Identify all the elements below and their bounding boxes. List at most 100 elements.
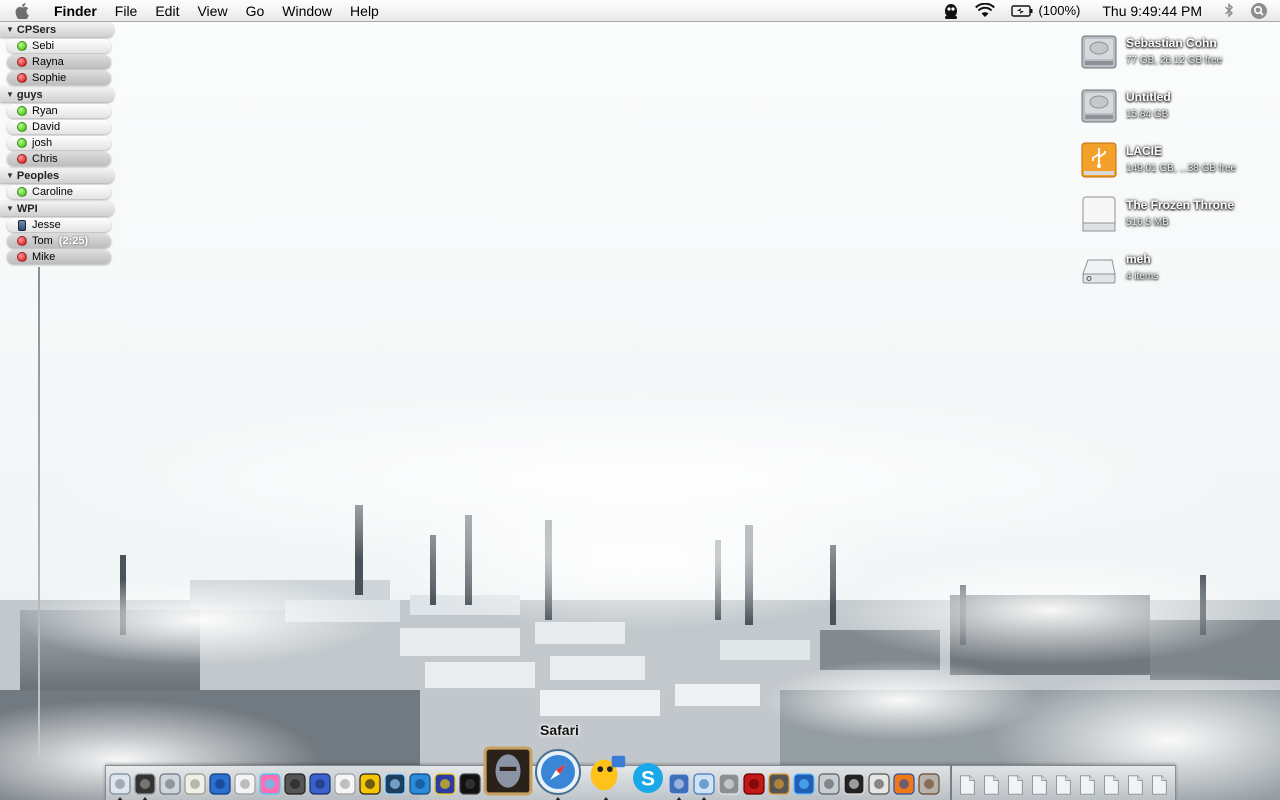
- volume-sebastian-cohn[interactable]: Sebastian Cohn 77 GB, 26.12 GB free: [1080, 32, 1270, 76]
- away-status-icon: [17, 252, 27, 262]
- away-status-icon: [17, 73, 27, 83]
- volume-untitled[interactable]: Untitled 15.84 GB: [1080, 86, 1270, 130]
- server-volume-icon: [1082, 259, 1116, 284]
- document-icon[interactable]: [1148, 774, 1170, 796]
- document-icon[interactable]: [1124, 774, 1146, 796]
- finder-icon[interactable]: [108, 772, 132, 800]
- adium-icon[interactable]: [583, 750, 629, 800]
- apple-menu-icon[interactable]: [0, 0, 44, 22]
- available-status-icon: [17, 106, 27, 116]
- buddy-sophie[interactable]: Sophie: [7, 71, 111, 85]
- wifi-icon[interactable]: [967, 0, 1003, 22]
- document-icon[interactable]: [1028, 774, 1050, 796]
- iphoto-icon[interactable]: [717, 772, 741, 796]
- buddy-name: Jesse: [32, 219, 61, 231]
- menu-app-finder[interactable]: Finder: [44, 0, 106, 22]
- document-icon[interactable]: [980, 774, 1002, 796]
- disclosure-triangle-icon: ▼: [6, 171, 14, 180]
- google-earth-icon[interactable]: [792, 772, 816, 796]
- usb-drive-icon: [1081, 142, 1117, 178]
- dashboard-icon[interactable]: [133, 772, 157, 800]
- terminal-icon[interactable]: [842, 772, 866, 796]
- buddy-name: josh: [32, 137, 53, 149]
- buddy-josh[interactable]: josh: [7, 136, 111, 150]
- menu-edit[interactable]: Edit: [146, 0, 188, 22]
- volume-frozen-throne[interactable]: The Frozen Throne 516.5 MB: [1080, 194, 1270, 238]
- away-status-icon: [17, 236, 27, 246]
- volume-meh[interactable]: meh 4 items: [1080, 248, 1270, 292]
- game-icon[interactable]: [458, 772, 482, 796]
- menu-go[interactable]: Go: [237, 0, 274, 22]
- skype-icon[interactable]: S: [630, 760, 666, 796]
- menu-window[interactable]: Window: [273, 0, 341, 22]
- volume-name: Untitled: [1126, 90, 1171, 104]
- menu-help[interactable]: Help: [341, 0, 388, 22]
- word-icon[interactable]: [208, 772, 232, 796]
- notes-icon[interactable]: [333, 772, 357, 796]
- buddy-name: Sophie: [32, 72, 67, 84]
- mobile-status-icon: [18, 219, 26, 231]
- disk-image-icon: [1082, 196, 1116, 232]
- mail-icon[interactable]: [158, 772, 182, 796]
- group-header-guys[interactable]: ▼ guys: [0, 87, 114, 102]
- buddy-tom[interactable]: Tom (2:25): [7, 234, 111, 248]
- buddy-name: David: [32, 121, 61, 133]
- color-picker-icon[interactable]: [258, 772, 282, 796]
- volume-lacie[interactable]: LACIE 149.01 GB, ...38 GB free: [1080, 140, 1270, 184]
- buddy-name: Ryan: [32, 105, 58, 117]
- document-icon[interactable]: [1100, 774, 1122, 796]
- warcraft-icon[interactable]: [483, 746, 533, 796]
- hard-drive-icon: [1081, 89, 1117, 123]
- document-icon[interactable]: [956, 774, 978, 796]
- group-header-peoples[interactable]: ▼ Peoples: [0, 168, 114, 183]
- menu-file[interactable]: File: [106, 0, 147, 22]
- firefox-icon[interactable]: [892, 772, 916, 796]
- idle-time: (2:25): [58, 235, 89, 247]
- volume-info: 149.01 GB, ...38 GB free: [1126, 163, 1237, 174]
- coffee-icon[interactable]: [917, 772, 941, 796]
- dock-separator: [950, 765, 952, 800]
- buddy-caroline[interactable]: Caroline: [7, 185, 111, 199]
- dreamweaver-icon[interactable]: [383, 772, 407, 796]
- sync-icon[interactable]: [817, 772, 841, 796]
- group-header-cpsers[interactable]: ▼ CPSers: [0, 22, 114, 37]
- buddy-rayna[interactable]: Rayna: [7, 55, 111, 69]
- script-editor-icon[interactable]: [667, 772, 691, 800]
- textedit-icon[interactable]: [183, 772, 207, 796]
- document-icon[interactable]: [1076, 774, 1098, 796]
- buddy-chris[interactable]: Chris: [7, 152, 111, 166]
- buddy-mike[interactable]: Mike: [7, 250, 111, 264]
- disclosure-triangle-icon: ▼: [6, 25, 14, 34]
- buddy-sebi[interactable]: Sebi: [7, 39, 111, 53]
- battery-status[interactable]: (100%): [1003, 0, 1088, 22]
- mamp-pro-icon[interactable]: [408, 772, 432, 796]
- mamp-icon[interactable]: [358, 772, 382, 796]
- safari-icon[interactable]: [534, 748, 582, 800]
- buddy-david[interactable]: David: [7, 120, 111, 134]
- menu-clock[interactable]: Thu 9:49:44 PM: [1088, 3, 1216, 19]
- buddy-name: Rayna: [32, 56, 64, 68]
- volume-info: 4 items: [1126, 271, 1159, 282]
- document-icon[interactable]: [1052, 774, 1074, 796]
- image-viewer-icon[interactable]: [767, 772, 791, 796]
- buddy-jesse[interactable]: Jesse: [7, 218, 111, 232]
- preview-icon[interactable]: [283, 772, 307, 796]
- menu-view[interactable]: View: [188, 0, 236, 22]
- buddy-ryan[interactable]: Ryan: [7, 104, 111, 118]
- itunes-icon[interactable]: [692, 772, 716, 800]
- app-icon[interactable]: [433, 772, 457, 796]
- document-icon[interactable]: [1004, 774, 1026, 796]
- bluetooth-icon[interactable]: [1216, 0, 1242, 22]
- buddy-name: Tom: [32, 235, 53, 247]
- buddy-name: Mike: [32, 251, 56, 263]
- network-icon[interactable]: [308, 772, 332, 796]
- adium-status-icon[interactable]: [935, 0, 967, 22]
- photo-booth-icon[interactable]: [742, 772, 766, 796]
- spotlight-icon[interactable]: [1242, 0, 1280, 22]
- quill-icon[interactable]: [867, 772, 891, 796]
- buddy-list: ▼ CPSers Sebi Rayna Sophie ▼ guys Ryan D…: [0, 22, 116, 757]
- disclosure-triangle-icon: ▼: [6, 204, 14, 213]
- pages-icon[interactable]: [233, 772, 257, 796]
- group-header-wpi[interactable]: ▼ WPI: [0, 201, 114, 216]
- volume-info: 15.84 GB: [1126, 109, 1169, 120]
